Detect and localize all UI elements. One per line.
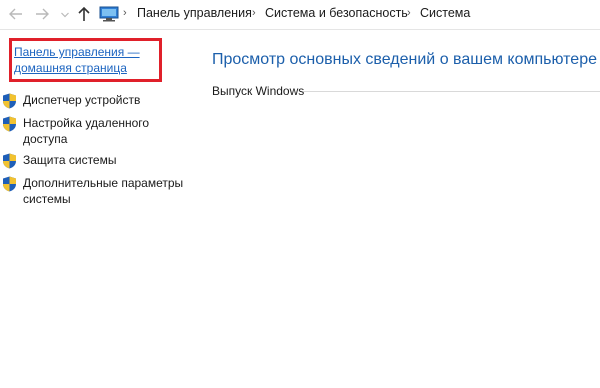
up-button[interactable]	[76, 5, 92, 23]
control-panel-home-link[interactable]: Панель управления — домашняя страница	[14, 44, 159, 76]
breadcrumb-control-panel[interactable]: Панель управления	[137, 6, 252, 20]
shield-icon	[3, 93, 16, 109]
sidebar-item-label: Защита системы	[23, 153, 117, 167]
shield-icon	[3, 116, 16, 132]
sidebar-item-label: Дополнительные параметры системы	[23, 176, 184, 206]
recent-locations-button[interactable]	[60, 6, 70, 24]
section-windows-edition: Выпуск Windows	[212, 84, 305, 98]
home-link-line2: домашняя страница	[14, 61, 127, 75]
chevron-down-icon	[61, 12, 69, 18]
sidebar-item-advanced-settings[interactable]: Дополнительные параметры системы	[2, 175, 202, 209]
breadcrumb-system[interactable]: Система	[420, 6, 470, 20]
monitor-icon	[99, 6, 119, 22]
arrow-up-icon	[78, 6, 90, 21]
shield-icon	[3, 153, 16, 169]
forward-button[interactable]	[34, 5, 50, 23]
sidebar-item-device-manager[interactable]: Диспетчер устройств	[2, 92, 202, 110]
sidebar-item-label: Настройка удаленного доступа	[23, 116, 150, 146]
arrow-right-icon	[36, 8, 49, 20]
sidebar-item-system-protection[interactable]: Защита системы	[2, 152, 202, 170]
shield-icon	[3, 176, 16, 192]
home-link-line1: Панель управления —	[14, 45, 140, 59]
page-title: Просмотр основных сведений о вашем компь…	[212, 51, 597, 68]
breadcrumb-separator[interactable]: ›	[123, 7, 127, 19]
address-bar: › Панель управления › Система и безопасн…	[0, 0, 600, 30]
breadcrumb-separator[interactable]: ›	[407, 7, 411, 19]
section-divider	[303, 91, 600, 92]
arrow-left-icon	[9, 8, 22, 20]
sidebar-item-remote-access[interactable]: Настройка удаленного доступа	[2, 115, 202, 149]
breadcrumb-system-security[interactable]: Система и безопасность	[265, 6, 408, 20]
back-button[interactable]	[8, 5, 24, 23]
sidebar-item-label: Диспетчер устройств	[23, 93, 141, 107]
breadcrumb-separator[interactable]: ›	[252, 7, 256, 19]
